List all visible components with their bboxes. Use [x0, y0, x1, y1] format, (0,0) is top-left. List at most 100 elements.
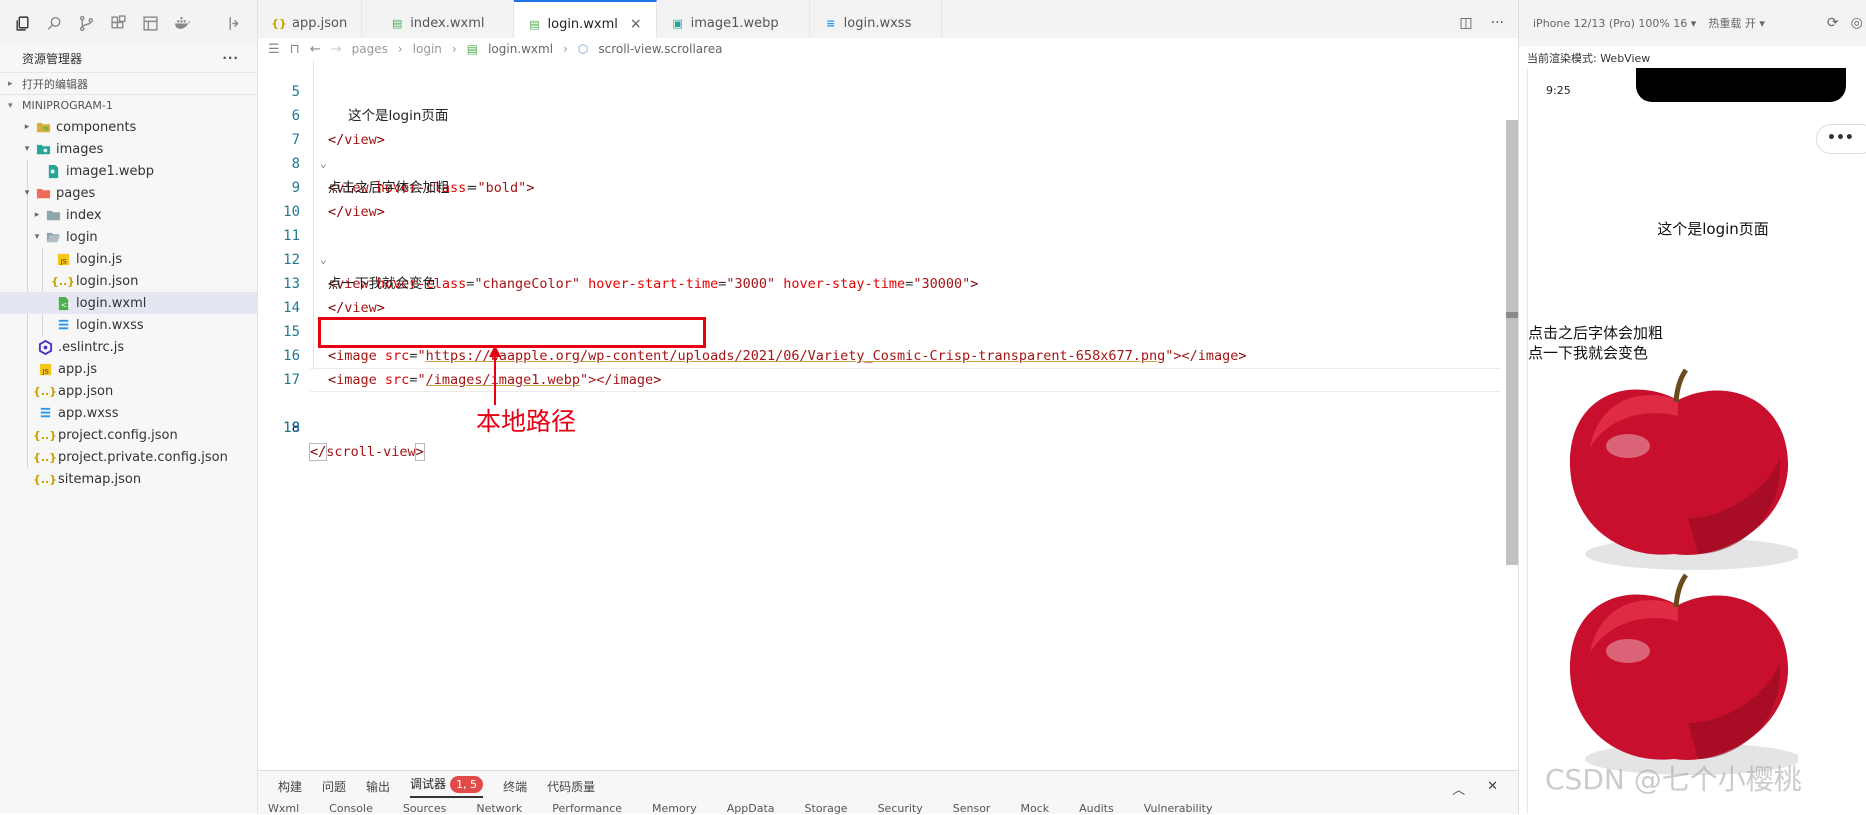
tree-item-label: app.js [58, 361, 97, 377]
tree-item-login[interactable]: ▾ login [0, 226, 257, 248]
json-file-icon: {..} [32, 384, 58, 398]
panel-tab-output[interactable]: 输出 [366, 778, 390, 795]
wxss-file-icon [54, 317, 72, 333]
svg-text:<>: <> [60, 300, 70, 309]
panel-tab-problems[interactable]: 问题 [322, 778, 346, 795]
rotate-icon[interactable]: ⟳ [1827, 15, 1839, 31]
tree-item-pages[interactable]: ▾ pages [0, 182, 257, 204]
collapse-icon[interactable]: ︿ [1452, 779, 1465, 798]
explorer-header: 资源管理器 ··· [0, 48, 257, 68]
code-line-5: 5 这个是login页面 [291, 84, 449, 124]
svg-text:JS: JS [41, 367, 48, 375]
close-icon[interactable]: ✕ [1487, 779, 1498, 798]
json-file-icon: {..} [50, 274, 76, 288]
editor-scrollbar[interactable] [1506, 120, 1518, 565]
code-line-10: 10 [283, 204, 300, 220]
tree-item-label: .eslintrc.js [58, 339, 125, 355]
devtools-tab-mock[interactable]: Mock [1020, 802, 1049, 815]
breadcrumb-login[interactable]: login [413, 42, 442, 56]
tree-item-login-wxss[interactable]: login.wxss [0, 314, 257, 336]
split-icon[interactable] [222, 11, 246, 35]
devtools-tab-console[interactable]: Console [329, 802, 373, 815]
files-icon[interactable] [10, 11, 34, 35]
source-control-icon[interactable] [74, 11, 98, 35]
js-file-icon: JS [54, 251, 72, 267]
layout-icon[interactable] [138, 11, 162, 35]
project-section[interactable]: ▾ MINIPROGRAM-1 [0, 94, 257, 116]
forward-icon[interactable]: → [331, 42, 342, 57]
json-file-icon: {..} [32, 428, 58, 442]
tree-item-label: index [66, 207, 102, 223]
devtools-tab-memory[interactable]: Memory [652, 802, 697, 815]
tree-item-image1-webp[interactable]: image1.webp [0, 160, 257, 182]
tree-item-app-json[interactable]: {..} app.json [0, 380, 257, 402]
bookmark-icon[interactable]: ⊓ [290, 42, 300, 57]
devtools-tab-storage[interactable]: Storage [805, 802, 848, 815]
code-editor[interactable]: 5 这个是login页面 6 </view> 7 ⌄ <view hover-c… [258, 60, 1518, 770]
hot-reload-toggle[interactable]: 热重载 开 ▾ [1708, 15, 1765, 31]
tree-item-sitemap[interactable]: {..} sitemap.json [0, 468, 257, 490]
code-line-7: 7 ⌄ <view hover-class="bold"> [291, 132, 535, 196]
breadcrumb-pages[interactable]: pages [352, 42, 388, 56]
chevron-right-icon: ▸ [8, 78, 13, 89]
tree-item-eslintrc[interactable]: .eslintrc.js [0, 336, 257, 358]
panel-tab-code-quality[interactable]: 代码质量 [547, 778, 595, 795]
open-editors-section[interactable]: ▸ 打开的编辑器 [0, 72, 257, 94]
tree-item-project-config[interactable]: {..} project.config.json [0, 424, 257, 446]
tree-item-app-js[interactable]: JS app.js [0, 358, 257, 380]
list-icon[interactable]: ☰ [268, 42, 280, 57]
breadcrumb-file[interactable]: login.wxml [488, 42, 553, 56]
devtools-tab-row: Wxml Console Sources Network Performance… [258, 801, 1518, 815]
tree-item-login-wxml[interactable]: <> login.wxml [0, 292, 257, 314]
menu-capsule-button[interactable]: ••• [1816, 124, 1866, 154]
explorer-title: 资源管理器 [22, 51, 83, 66]
tree-item-images[interactable]: ▾ images [0, 138, 257, 160]
panel-tab-debugger[interactable]: 调试器 1, 5 [410, 775, 484, 798]
color-on-hover-text[interactable]: 点一下我就会变色 [1528, 342, 1648, 363]
tree-item-index[interactable]: ▸ index [0, 204, 257, 226]
close-icon[interactable]: × [630, 16, 642, 32]
tab-label: image1.webp [690, 15, 779, 31]
device-select[interactable]: iPhone 12/13 (Pro) 100% 16 ▾ [1533, 17, 1696, 30]
more-icon[interactable]: ··· [222, 51, 239, 65]
devtools-tab-sources[interactable]: Sources [403, 802, 447, 815]
tree-item-project-private-config[interactable]: {..} project.private.config.json [0, 446, 257, 468]
back-icon[interactable]: ← [310, 42, 321, 57]
tree-item-app-wxss[interactable]: app.wxss [0, 402, 257, 424]
devtools-tab-vulnerability[interactable]: Vulnerability [1144, 802, 1213, 815]
tab-label: login.wxml [547, 16, 618, 32]
devtools-tab-network[interactable]: Network [476, 802, 522, 815]
error-count-badge: 1, 5 [450, 775, 484, 793]
render-mode-label: 当前渲染模式: WebView [1527, 52, 1651, 65]
tree-item-login-js[interactable]: JS login.js [0, 248, 257, 270]
code-line-14: 14 [283, 300, 300, 316]
tree-item-login-json[interactable]: {..} login.json [0, 270, 257, 292]
breadcrumb-node[interactable]: scroll-view.scrollarea [598, 42, 722, 56]
devtools-tab-security[interactable]: Security [878, 802, 923, 815]
tab-label: index.wxml [410, 15, 485, 31]
devtools-tab-sensor[interactable]: Sensor [953, 802, 991, 815]
more-actions-icon[interactable]: ··· [1491, 15, 1504, 31]
folder-icon [34, 119, 52, 135]
devtools-tab-appdata[interactable]: AppData [727, 802, 775, 815]
panel-tab-terminal[interactable]: 终端 [503, 778, 527, 795]
chevron-down-icon: ▾ [24, 144, 30, 154]
devtools-tab-wxml[interactable]: Wxml [268, 802, 299, 815]
extensions-icon[interactable] [106, 11, 130, 35]
panel-tab-build[interactable]: 构建 [278, 778, 302, 795]
tree-item-label: app.json [58, 383, 114, 399]
devtools-tab-audits[interactable]: Audits [1079, 802, 1114, 815]
folder-open-icon [44, 229, 62, 245]
record-icon[interactable]: ◎ [1851, 15, 1863, 31]
bold-on-hover-text[interactable]: 点击之后字体会加粗 [1528, 322, 1663, 343]
simulator-toolbar: iPhone 12/13 (Pro) 100% 16 ▾ 热重载 开 ▾ ⟳ ◎ [1518, 0, 1866, 46]
search-icon[interactable] [42, 11, 66, 35]
devtools-tab-performance[interactable]: Performance [552, 802, 622, 815]
tree-item-components[interactable]: ▸ components [0, 116, 257, 138]
split-editor-icon[interactable]: ◫ [1459, 15, 1472, 31]
wxml-file-icon: ▤ [466, 42, 479, 56]
docker-icon[interactable] [170, 11, 194, 35]
tree-item-label: components [56, 119, 137, 135]
panel-controls: ︿ ✕ [1452, 779, 1498, 798]
tree-item-label: project.config.json [58, 427, 178, 443]
